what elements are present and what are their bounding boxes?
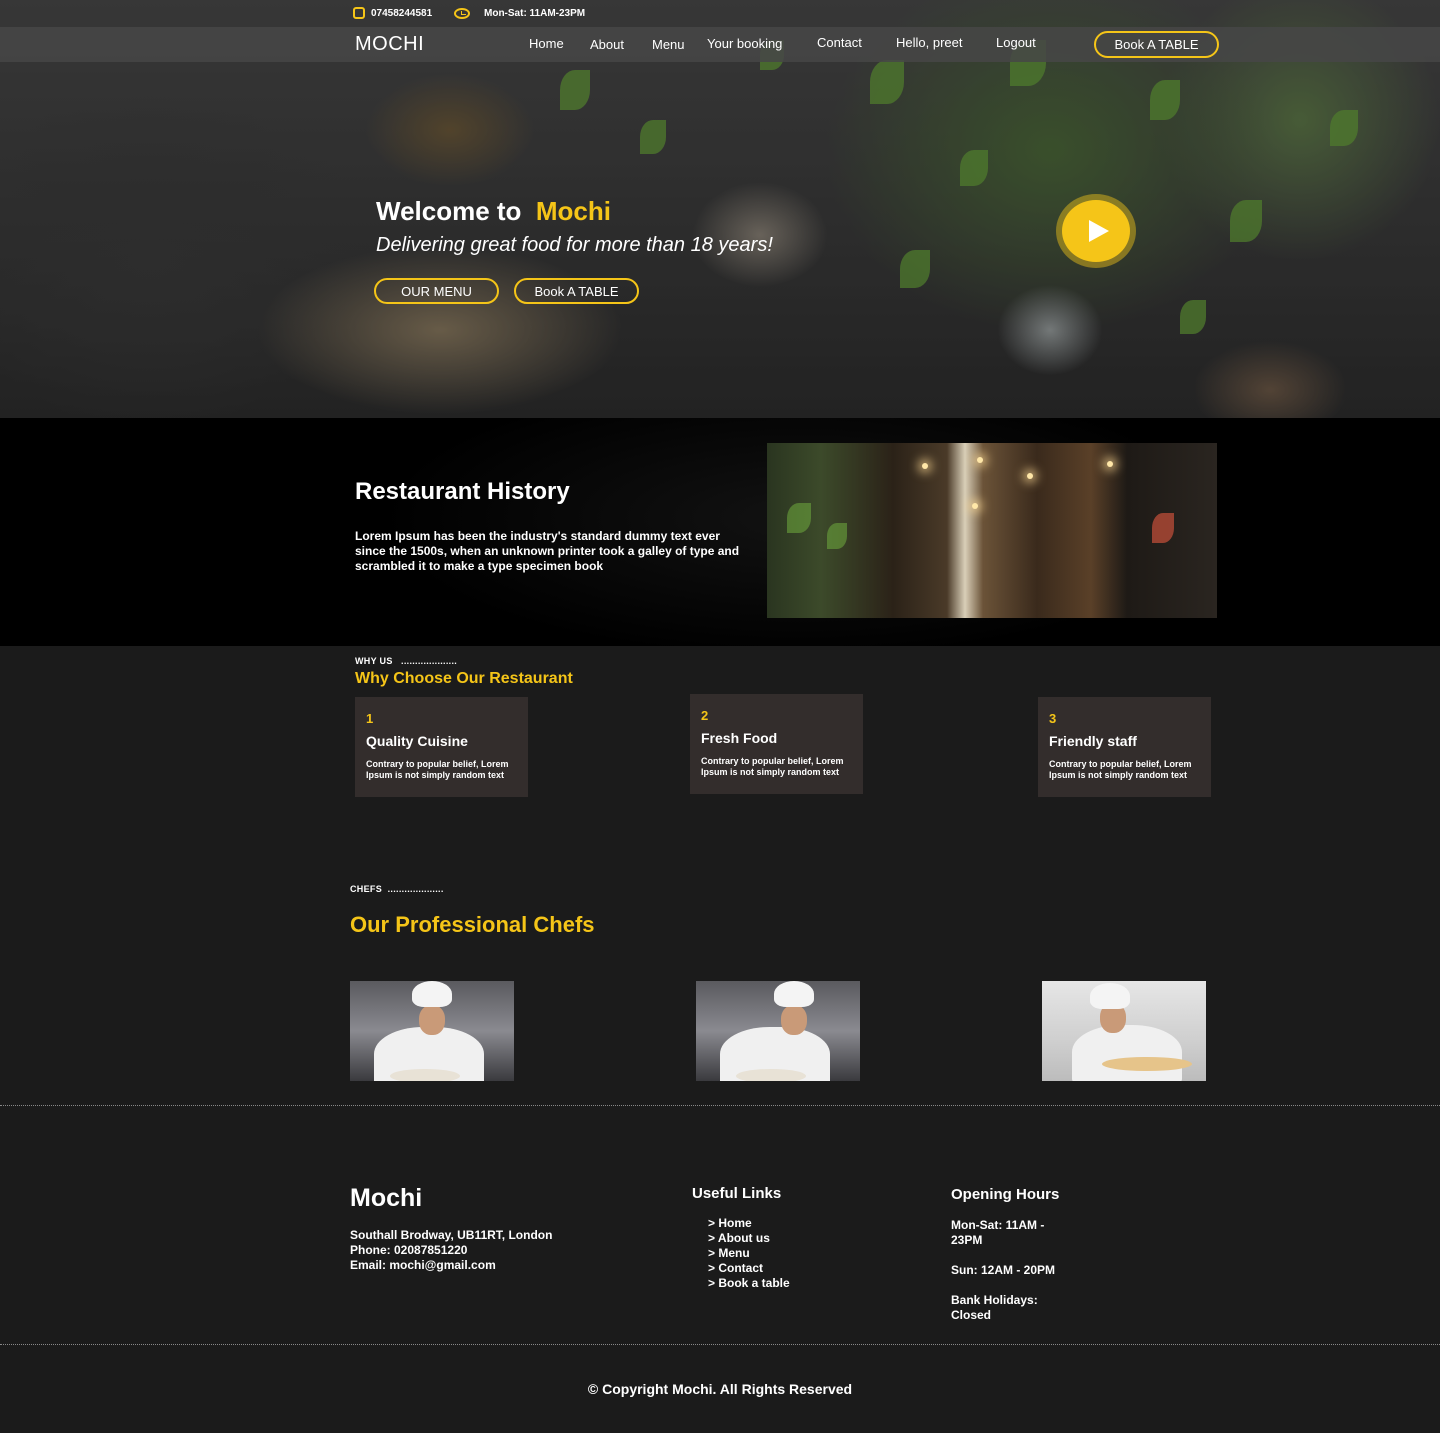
card-title: Quality Cuisine: [366, 733, 468, 749]
hours-weekday-line1: Mon-Sat: 11AM -: [951, 1218, 1045, 1232]
play-icon: [1089, 220, 1109, 242]
hero-title: Welcome to Mochi: [376, 196, 611, 227]
hero-title-prefix: Welcome to: [376, 196, 522, 226]
footer-link-menu[interactable]: > Menu: [708, 1246, 790, 1261]
nav-logout[interactable]: Logout: [996, 35, 1036, 50]
opening-hours-title: Opening Hours: [951, 1186, 1060, 1203]
brand-logo[interactable]: MOCHI: [355, 33, 424, 56]
restaurant-interior-image: [767, 443, 1217, 618]
nav-menu[interactable]: Menu: [652, 37, 685, 52]
hours-weekday-line2: 23PM: [951, 1233, 983, 1247]
history-text: Lorem Ipsum has been the industry's stan…: [355, 529, 740, 573]
divider: [0, 1105, 1440, 1106]
why-us-dots: ....................: [401, 656, 458, 666]
footer-link-contact[interactable]: > Contact: [708, 1261, 790, 1276]
why-us-title: Why Choose Our Restaurant: [355, 670, 573, 687]
footer-email: Email: mochi@gmail.com: [350, 1258, 496, 1272]
footer-phone: Phone: 02087851220: [350, 1243, 468, 1257]
card-title: Friendly staff: [1049, 733, 1137, 749]
topbar-hours: Mon-Sat: 11AM-23PM: [454, 6, 585, 20]
card-text: Contrary to popular belief, Lorem Ipsum …: [366, 759, 509, 780]
useful-links-list: > Home > About us > Menu > Contact > Boo…: [708, 1216, 790, 1291]
footer-link-book[interactable]: > Book a table: [708, 1276, 790, 1291]
chef-image-3: [1042, 981, 1206, 1081]
nav-user-greeting[interactable]: Hello, preet: [896, 35, 962, 50]
nav-home[interactable]: Home: [529, 36, 564, 51]
topbar-hours-text: Mon-Sat: 11AM-23PM: [484, 7, 586, 19]
our-menu-button[interactable]: OUR MENU: [374, 278, 499, 304]
why-us-label: WHY US ....................: [355, 656, 457, 666]
phone-icon: [353, 7, 365, 19]
why-us-label-text: WHY US: [355, 656, 393, 666]
feature-card-fresh: 2 Fresh Food Contrary to popular belief,…: [690, 694, 863, 794]
opening-hours-list: Mon-Sat: 11AM - 23PM Sun: 12AM - 20PM Ba…: [951, 1218, 1055, 1323]
card-number: 2: [701, 708, 709, 723]
chefs-dots: ....................: [387, 884, 444, 894]
footer-contact: Southall Brodway, UB11RT, London Phone: …: [350, 1228, 552, 1273]
card-title: Fresh Food: [701, 730, 778, 746]
feature-card-staff: 3 Friendly staff Contrary to popular bel…: [1038, 697, 1211, 797]
footer-brand: Mochi: [350, 1184, 423, 1212]
card-text: Contrary to popular belief, Lorem Ipsum …: [701, 756, 844, 777]
card-number: 3: [1049, 711, 1057, 726]
card-number: 1: [366, 711, 374, 726]
footer-divider: [0, 1344, 1440, 1345]
chefs-title: Our Professional Chefs: [350, 912, 595, 937]
nav-contact[interactable]: Contact: [817, 35, 862, 50]
nav-about[interactable]: About: [590, 37, 624, 52]
hero-overlay: [0, 0, 1440, 418]
nav-your-booking[interactable]: Your booking: [707, 36, 782, 51]
chef-image-1: [350, 981, 514, 1081]
footer-link-about[interactable]: > About us: [708, 1231, 790, 1246]
chefs-label-text: CHEFS: [350, 884, 383, 894]
useful-links-title: Useful Links: [692, 1185, 782, 1202]
card-text: Contrary to popular belief, Lorem Ipsum …: [1049, 759, 1192, 780]
footer-link-home[interactable]: > Home: [708, 1216, 790, 1231]
topbar-phone-text: 07458244581: [371, 7, 433, 19]
hero-subtitle: Delivering great food for more than 18 y…: [376, 234, 773, 256]
hero-title-accent: Mochi: [535, 196, 611, 226]
feature-card-quality: 1 Quality Cuisine Contrary to popular be…: [355, 697, 528, 797]
nav-book-table-button[interactable]: Book A TABLE: [1094, 31, 1219, 58]
hours-sunday: Sun: 12AM - 20PM: [951, 1263, 1056, 1277]
chef-image-2: [696, 981, 860, 1081]
hours-holiday-line1: Bank Holidays:: [951, 1293, 1038, 1307]
history-title: Restaurant History: [355, 478, 570, 505]
footer-address: Southall Brodway, UB11RT, London: [350, 1228, 553, 1242]
play-video-button[interactable]: [1062, 200, 1130, 262]
copyright: © Copyright Mochi. All Rights Reserved: [587, 1381, 853, 1397]
topbar-phone: 07458244581: [353, 6, 432, 20]
hero-book-table-button[interactable]: Book A TABLE: [514, 278, 639, 304]
hours-holiday-line2: Closed: [951, 1308, 992, 1322]
chefs-label: CHEFS ....................: [350, 884, 444, 894]
clock-icon: [454, 7, 470, 19]
